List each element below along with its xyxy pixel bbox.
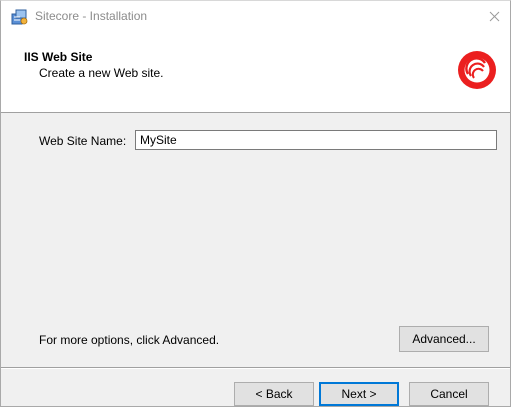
page-subtitle: Create a new Web site. xyxy=(39,66,164,80)
website-name-label: Web Site Name: xyxy=(39,134,127,148)
cancel-button[interactable]: Cancel xyxy=(409,382,489,406)
advanced-hint: For more options, click Advanced. xyxy=(39,333,220,347)
close-button[interactable] xyxy=(478,1,510,31)
wizard-header: IIS Web Site Create a new Web site. xyxy=(1,31,510,113)
page-title: IIS Web Site xyxy=(24,50,93,64)
close-icon xyxy=(489,11,499,21)
window-title: Sitecore - Installation xyxy=(35,9,148,23)
installer-window: Sitecore - Installation IIS Web Site Cre… xyxy=(0,0,511,407)
footer-divider xyxy=(1,367,510,369)
next-button[interactable]: Next > xyxy=(319,382,399,406)
installer-icon xyxy=(11,8,28,25)
back-button[interactable]: < Back xyxy=(234,382,314,406)
advanced-button[interactable]: Advanced... xyxy=(399,326,489,352)
title-bar[interactable]: Sitecore - Installation xyxy=(1,1,510,31)
website-name-input[interactable] xyxy=(135,130,497,150)
sitecore-logo-icon xyxy=(457,50,497,90)
